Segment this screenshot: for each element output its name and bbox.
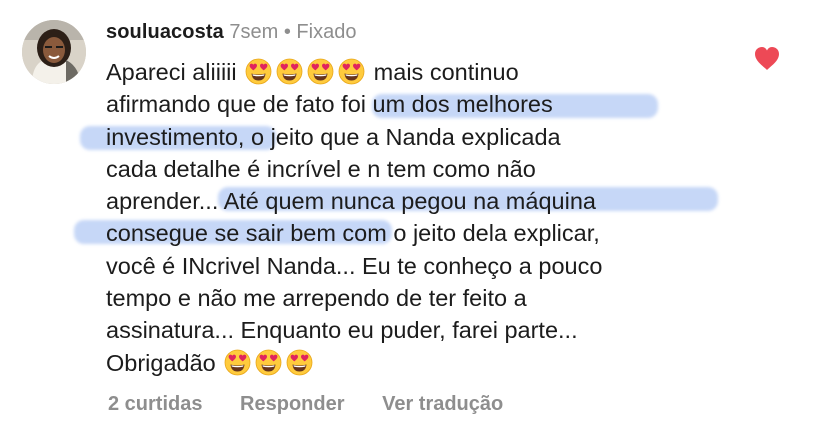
comment-line: você é INcrivel Nanda... Eu te conheço a… — [106, 252, 603, 279]
separator-dot: • — [283, 21, 291, 43]
heart-icon[interactable] — [752, 44, 782, 72]
heart-eyes-emoji — [245, 58, 272, 85]
heart-eyes-emoji — [338, 58, 365, 85]
comment-header: souluacosta 7sem • Fixado — [106, 18, 356, 46]
comment-time: 7sem — [229, 21, 279, 43]
comment-line: Obrigadão — [106, 347, 746, 379]
comment-text: Apareci aliiiii mais continuo afirmando … — [74, 56, 746, 379]
translate-button[interactable]: Ver tradução — [382, 393, 503, 415]
comment-line: aprender... Até quem nunca pegou na máqu… — [106, 185, 746, 217]
heart-eyes-emoji — [276, 58, 303, 85]
comment-line: afirmando que de fato foi um dos melhore… — [106, 88, 746, 120]
pinned-label: Fixado — [296, 21, 357, 43]
comment-line: investimento, o jeito que a Nanda explic… — [80, 121, 746, 153]
avatar[interactable] — [22, 20, 86, 84]
likes-count-link[interactable]: 2 curtidas — [108, 393, 202, 415]
heart-eyes-emoji — [286, 349, 313, 376]
heart-eyes-emoji — [224, 349, 251, 376]
comment-line: consegue se sair bem com o jeito dela ex… — [74, 217, 746, 249]
comment-actions: 2 curtidas Responder Ver tradução — [108, 393, 535, 416]
comment-line: cada detalhe é incrível e n tem como não — [106, 155, 536, 182]
heart-eyes-emoji — [255, 349, 282, 376]
comment-line: tempo e não me arrependo de ter feito a — [106, 285, 527, 312]
comment-line: assinatura... Enquanto eu puder, farei p… — [106, 317, 578, 344]
comment-line: Apareci aliiiii mais continuo — [106, 58, 519, 85]
heart-eyes-emoji — [307, 58, 334, 85]
username[interactable]: souluacosta — [106, 21, 224, 43]
reply-button[interactable]: Responder — [240, 393, 344, 415]
